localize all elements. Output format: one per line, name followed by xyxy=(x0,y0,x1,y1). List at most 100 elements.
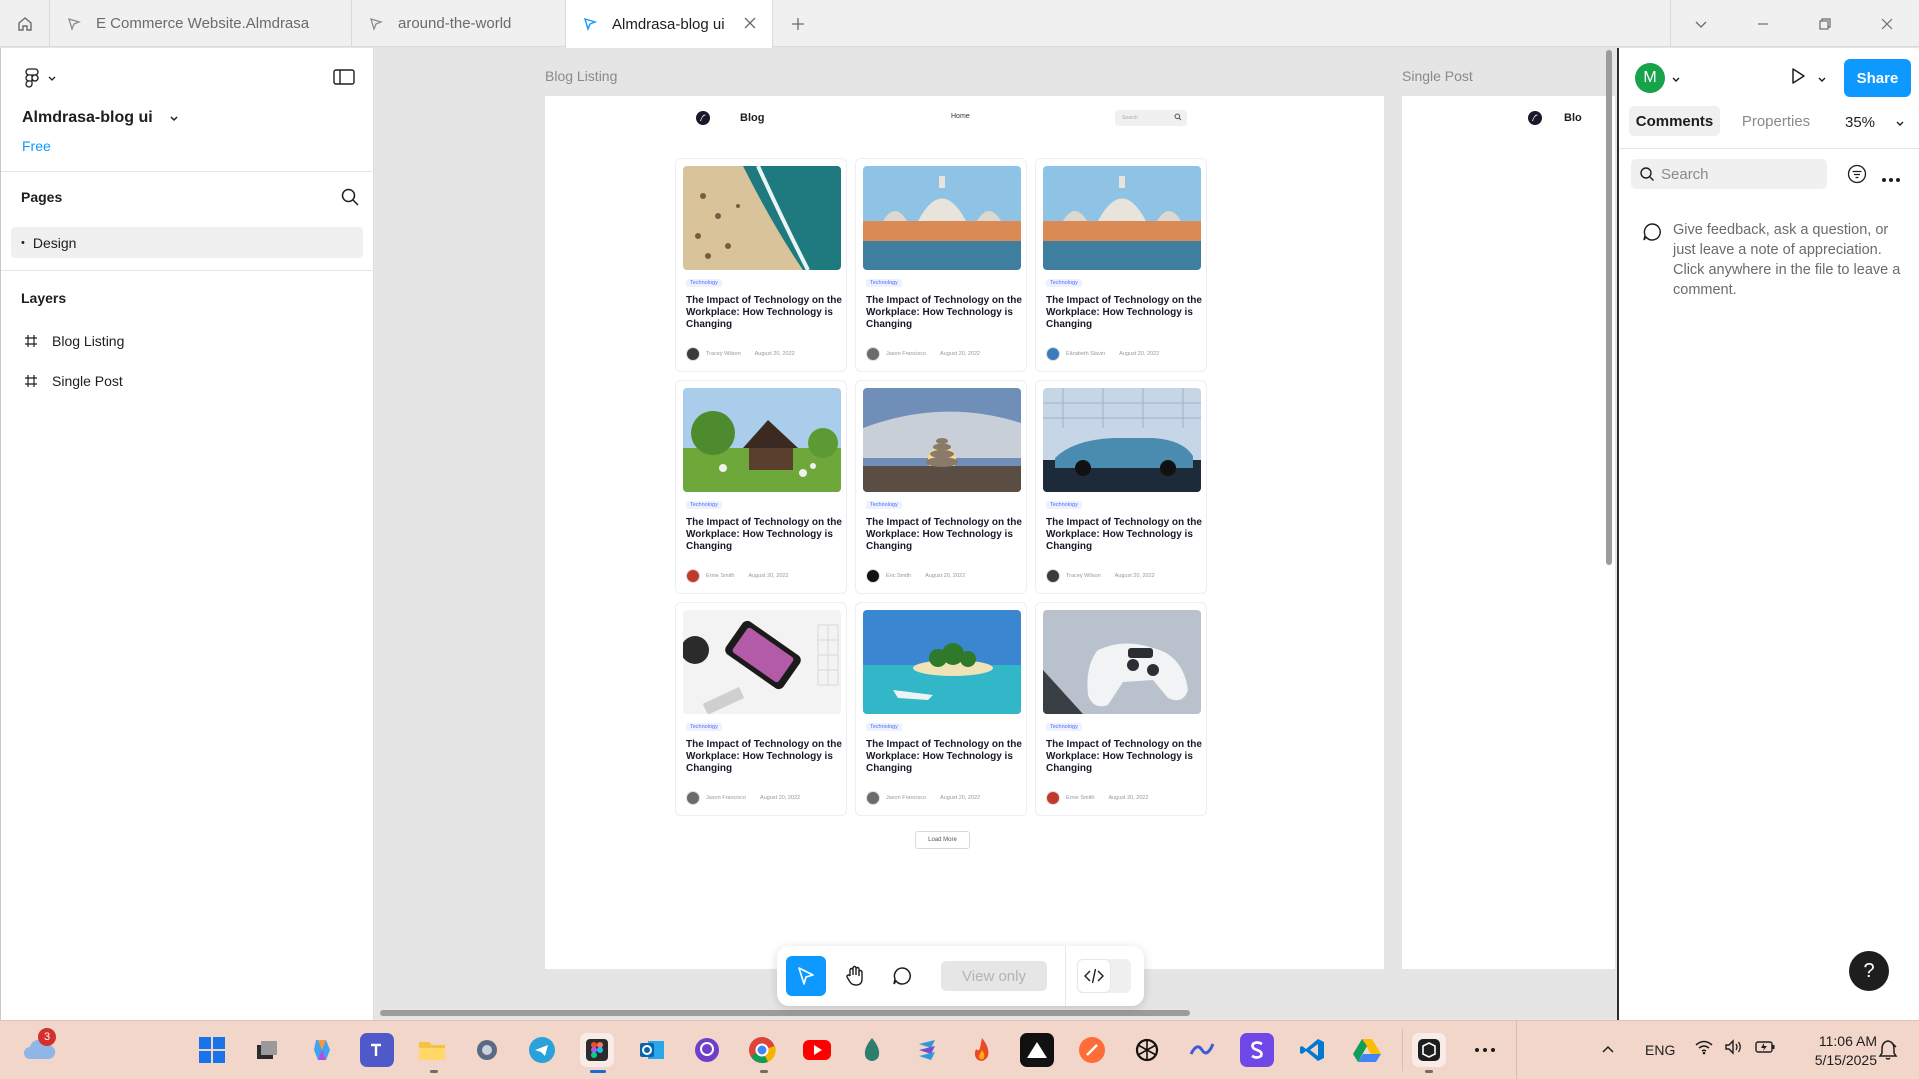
layer-single-post[interactable]: Single Post xyxy=(24,373,123,389)
task-view-icon xyxy=(257,1041,277,1059)
avatar xyxy=(866,569,880,583)
copilot-app[interactable] xyxy=(305,1033,339,1067)
help-button[interactable]: ? xyxy=(1849,951,1889,991)
chatgpt-app[interactable] xyxy=(1130,1033,1164,1067)
app-wave-icon[interactable] xyxy=(1185,1033,1219,1067)
card-image-controller xyxy=(1043,610,1201,714)
github-app[interactable] xyxy=(690,1033,724,1067)
input-language[interactable]: ENG xyxy=(1645,1042,1675,1058)
gear-icon xyxy=(477,1040,497,1060)
main-menu-button[interactable] xyxy=(23,68,57,88)
current-page-bullet: • xyxy=(21,236,25,249)
plan-badge[interactable]: Free xyxy=(22,138,51,154)
blog-card: Technology The Impact of Technology on t… xyxy=(675,602,847,816)
dev-mode-button[interactable] xyxy=(1077,959,1111,993)
chrome-icon xyxy=(749,1037,776,1064)
blog-brand: Blog xyxy=(740,112,765,124)
card-author-row: Tracey Wilson August 20, 2022 xyxy=(686,347,795,361)
telegram-app[interactable] xyxy=(525,1033,559,1067)
app-orange-icon[interactable] xyxy=(1075,1033,1109,1067)
chevron-down-icon[interactable] xyxy=(1671,72,1681,90)
app-box-icon[interactable] xyxy=(1412,1033,1446,1067)
search-pages-button[interactable] xyxy=(340,187,360,212)
tab-almdrasa-blog-ui[interactable]: Almdrasa-blog ui xyxy=(566,0,773,48)
outlook-app[interactable] xyxy=(635,1033,669,1067)
tab-comments[interactable]: Comments xyxy=(1629,106,1720,136)
single-post-frame[interactable]: Blo xyxy=(1402,96,1615,969)
more-options-button[interactable] xyxy=(1881,170,1901,188)
present-options-button[interactable] xyxy=(1817,72,1827,90)
category-tag: Technology xyxy=(686,723,722,731)
tab-around-the-world[interactable]: around-the-world xyxy=(352,0,566,47)
system-tray-status[interactable] xyxy=(1694,1039,1776,1055)
figma-app[interactable] xyxy=(580,1033,614,1067)
card-title: The Impact of Technology on the Workplac… xyxy=(1046,517,1202,552)
task-view-button[interactable] xyxy=(250,1033,284,1067)
hand-tool-button[interactable] xyxy=(835,956,875,996)
vertical-scrollbar[interactable] xyxy=(1606,50,1612,565)
settings-app[interactable] xyxy=(470,1033,504,1067)
tabs-dropdown-button[interactable] xyxy=(1670,0,1732,47)
water-drop-icon xyxy=(864,1038,880,1061)
home-icon xyxy=(17,16,32,31)
card-title: The Impact of Technology on the Workplac… xyxy=(686,739,842,774)
card-author-row: Jason Francisco August 20, 2022 xyxy=(866,347,980,361)
show-hidden-icons-button[interactable] xyxy=(1600,1041,1616,1062)
chevron-down-icon xyxy=(170,116,178,122)
close-window-button[interactable] xyxy=(1856,0,1918,47)
frame-label-blog-listing[interactable]: Blog Listing xyxy=(545,68,617,84)
layer-blog-listing[interactable]: Blog Listing xyxy=(24,333,124,349)
frame-label-single-post[interactable]: Single Post xyxy=(1402,68,1473,84)
chrome-app[interactable] xyxy=(745,1033,779,1067)
close-tab-icon[interactable] xyxy=(742,15,758,35)
app-s-icon[interactable] xyxy=(1240,1033,1274,1067)
minimize-icon xyxy=(1758,22,1768,25)
dev-mode-toggle[interactable] xyxy=(1077,959,1131,993)
teams-app[interactable] xyxy=(360,1033,394,1067)
tab-ecommerce[interactable]: E Commerce Website.Almdrasa xyxy=(50,0,352,47)
google-drive-app[interactable] xyxy=(1350,1033,1384,1067)
design-canvas[interactable]: Blog Listing Single Post Blog Home Searc… xyxy=(375,48,1615,1020)
app-stack-icon[interactable] xyxy=(910,1033,944,1067)
vscode-app[interactable] xyxy=(1295,1033,1329,1067)
restore-button[interactable] xyxy=(1794,0,1856,47)
app-flame-icon[interactable] xyxy=(965,1033,999,1067)
horizontal-scrollbar[interactable] xyxy=(380,1010,1190,1016)
file-name-button[interactable]: Almdrasa-blog ui xyxy=(22,109,179,127)
panel-divider xyxy=(1619,148,1919,149)
zoom-level[interactable]: 35% xyxy=(1845,114,1875,131)
author-name: Ernie Smith xyxy=(706,573,735,579)
present-button[interactable] xyxy=(1788,66,1808,91)
new-tab-button[interactable] xyxy=(786,12,810,36)
tab-properties[interactable]: Properties xyxy=(1731,106,1821,136)
move-tool-button[interactable] xyxy=(786,956,826,996)
comments-search-input[interactable]: Search xyxy=(1631,159,1827,189)
chevron-down-icon[interactable] xyxy=(1895,116,1905,134)
comment-tool-button[interactable] xyxy=(882,956,922,996)
home-tab-button[interactable] xyxy=(0,0,50,47)
system-clock[interactable]: 11:06 AM 5/15/2025 xyxy=(1795,1032,1877,1070)
blog-listing-frame[interactable]: Blog Home Search Technology The Impact o… xyxy=(545,96,1384,969)
share-button[interactable]: Share xyxy=(1844,59,1911,97)
start-button[interactable] xyxy=(195,1033,229,1067)
author-name: Eric Smith xyxy=(886,573,912,579)
teams-icon xyxy=(371,1043,381,1056)
toggle-sidebar-button[interactable] xyxy=(333,68,355,91)
notifications-button[interactable] xyxy=(1878,1039,1898,1066)
active-app-indicator xyxy=(590,1070,606,1073)
file-explorer-app[interactable] xyxy=(415,1033,449,1067)
wave-icon xyxy=(1189,1043,1215,1055)
category-tag: Technology xyxy=(686,501,722,509)
app-triangle-icon[interactable] xyxy=(1020,1033,1054,1067)
more-apps-button[interactable] xyxy=(1468,1033,1502,1067)
minimize-button[interactable] xyxy=(1732,0,1794,47)
more-horizontal-icon xyxy=(1475,1048,1495,1052)
app-drop-icon[interactable] xyxy=(855,1033,889,1067)
card-author-row: Elizabeth Slavin August 20, 2022 xyxy=(1046,347,1159,361)
telegram-icon xyxy=(529,1037,555,1063)
page-item-design[interactable]: • Design xyxy=(11,227,363,258)
youtube-app[interactable] xyxy=(800,1033,834,1067)
user-avatar[interactable]: M xyxy=(1635,63,1665,93)
filter-comments-button[interactable] xyxy=(1847,164,1867,189)
postman-icon xyxy=(1079,1037,1105,1063)
